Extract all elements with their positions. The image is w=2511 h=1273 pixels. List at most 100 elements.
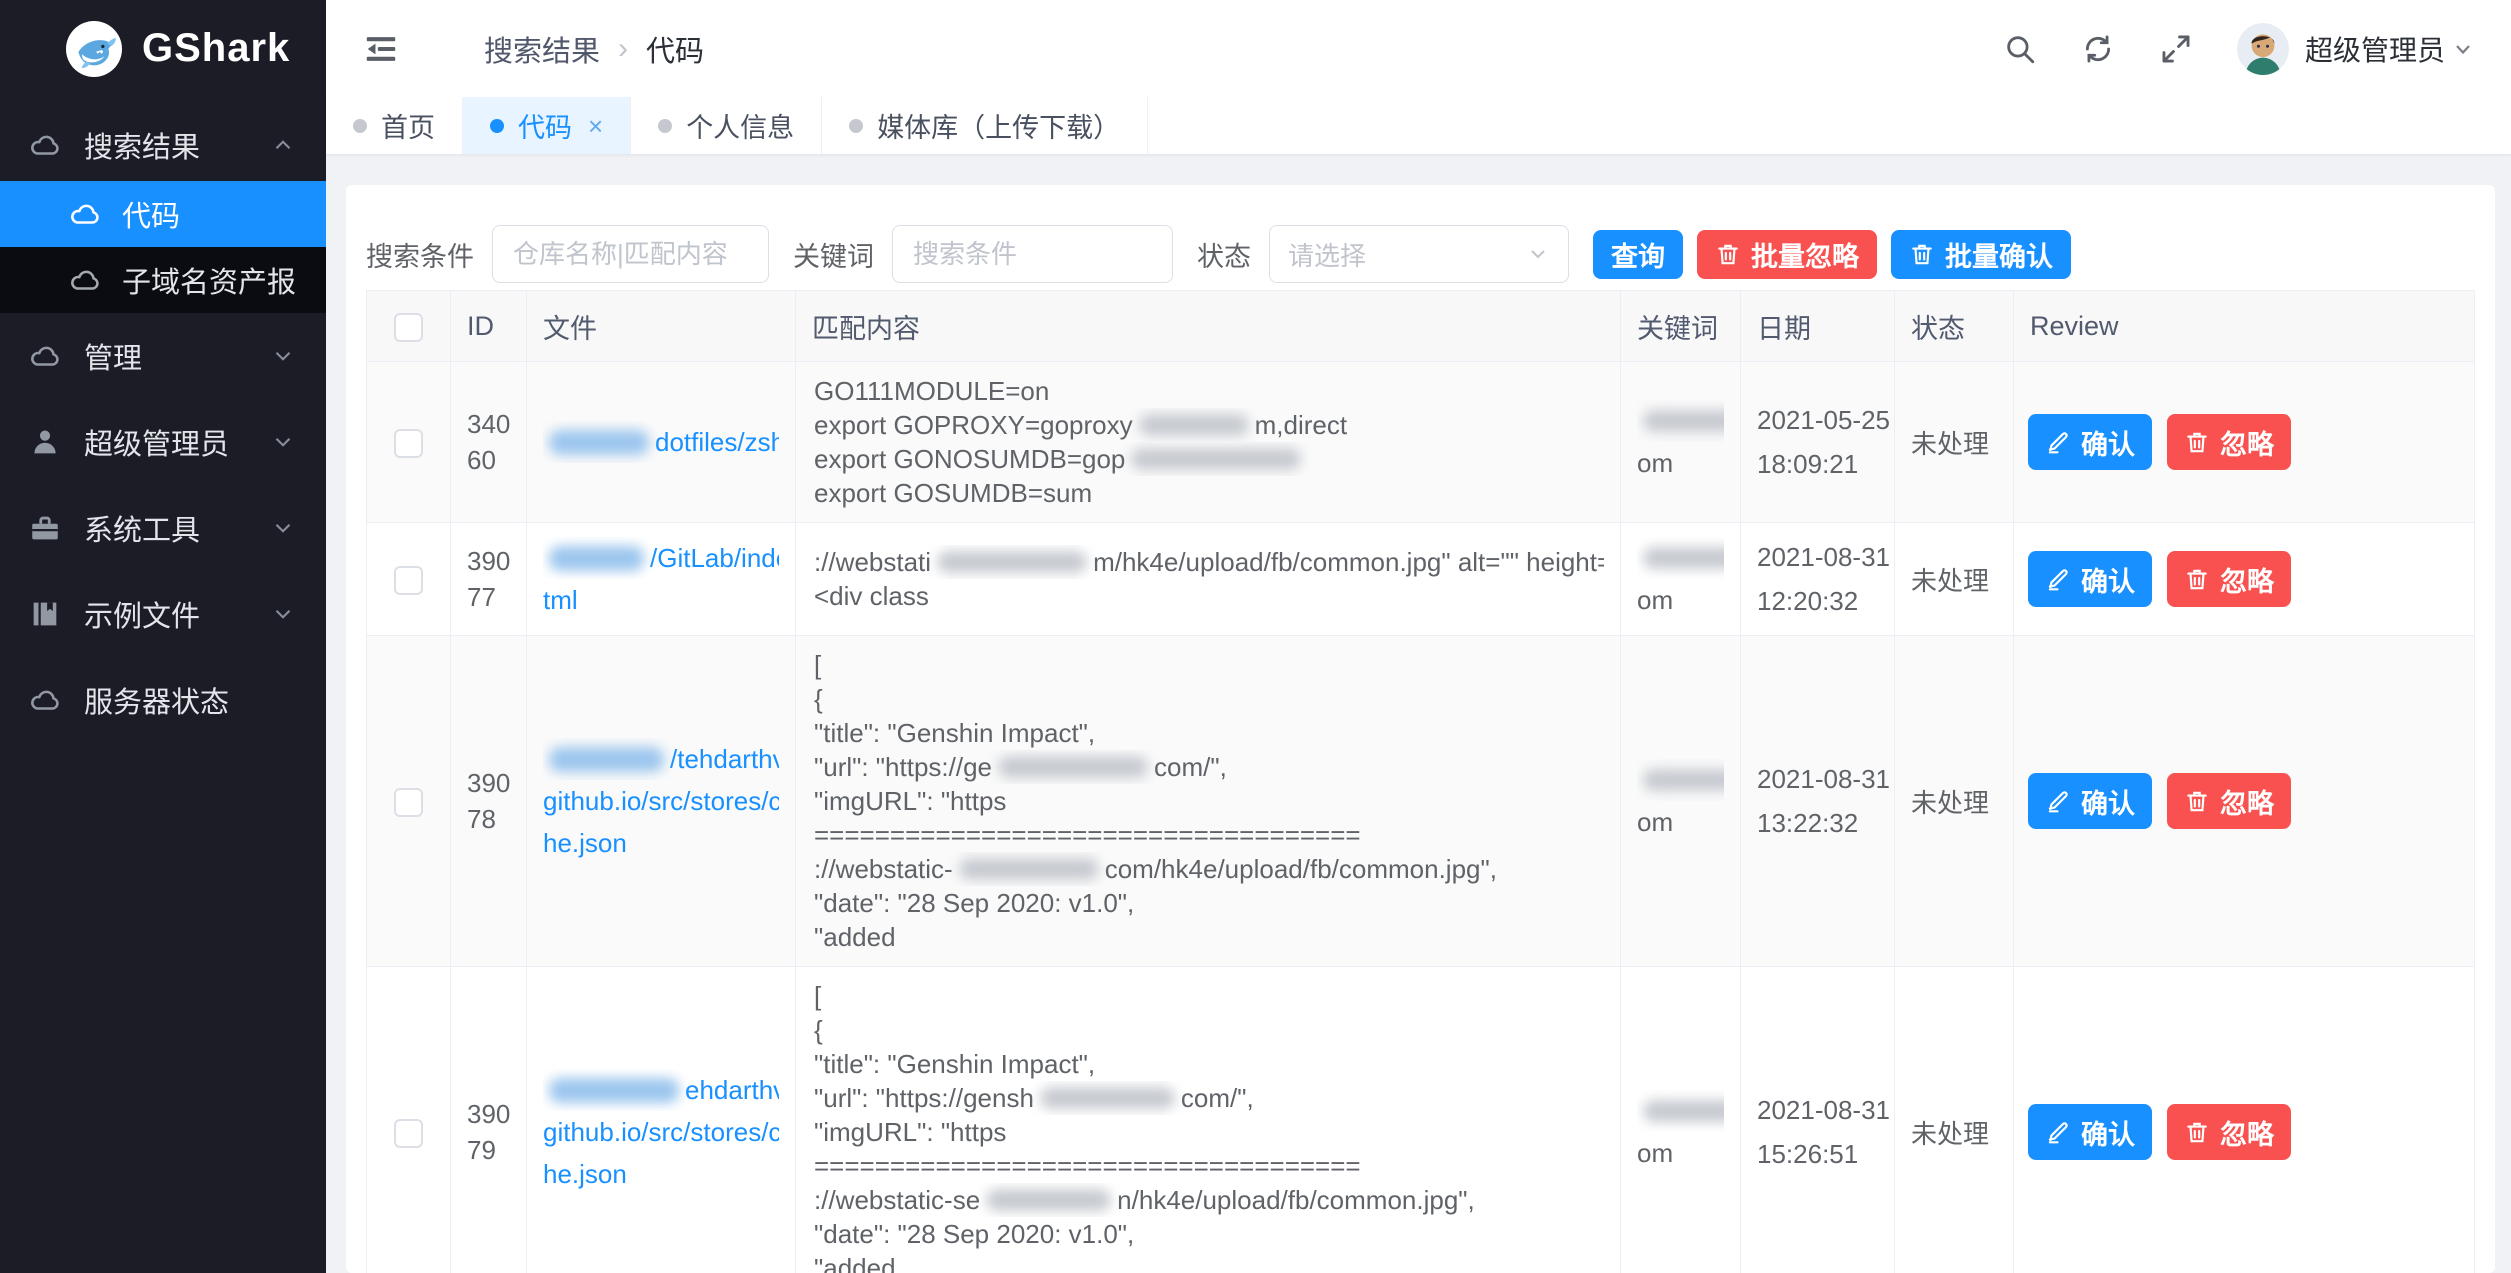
sidebar-fold-icon[interactable] bbox=[362, 30, 400, 68]
file-link[interactable]: /tehdarthvid.github.io/src/stores/cache.… bbox=[543, 738, 779, 864]
cell-status: 未处理 bbox=[1895, 362, 2014, 523]
batch-confirm-button[interactable]: 批量确认 bbox=[1891, 230, 2071, 279]
cell-date: 2021-08-3113:22:32 bbox=[1741, 636, 1895, 967]
line: "date": "28 Sep 2020: v1.0", bbox=[814, 1217, 1604, 1251]
ignore-button[interactable]: 忽略 bbox=[2167, 414, 2291, 470]
text-segment: <div class bbox=[814, 581, 929, 611]
file-link[interactable]: dotfiles/zshrc bbox=[543, 421, 779, 463]
line: ://webstatic-com/hk4e/upload/fb/common.j… bbox=[814, 852, 1604, 886]
tab-dot-icon bbox=[658, 119, 672, 133]
refresh-icon[interactable] bbox=[2081, 32, 2115, 66]
line: "date": "28 Sep 2020: v1.0", bbox=[814, 886, 1604, 920]
text-segment: com/", bbox=[1154, 752, 1227, 782]
text-segment: [ bbox=[814, 650, 821, 680]
line: export GOSUMDB=sum bbox=[814, 476, 1604, 510]
line bbox=[1637, 400, 1724, 442]
avatar[interactable] bbox=[2237, 23, 2289, 75]
file-link[interactable]: ehdarthvid.github.io/src/stores/cache.js… bbox=[543, 1069, 779, 1195]
text-segment: /GitLab/index.h bbox=[650, 543, 779, 573]
sidebar-item-label: 搜索结果 bbox=[84, 124, 270, 166]
sidebar-item-example-files[interactable]: 示例文件 bbox=[0, 571, 326, 657]
text-segment: { bbox=[814, 1015, 823, 1045]
redacted-blur bbox=[549, 747, 664, 772]
caret-down-icon[interactable] bbox=[2451, 37, 2475, 61]
breadcrumb: 搜索结果 › 代码 bbox=[484, 28, 704, 70]
file-link[interactable]: /GitLab/index.h tml bbox=[543, 537, 779, 621]
sidebar-submenu-search-results: 代码 子域名资产报告 bbox=[0, 181, 326, 313]
ignore-button[interactable]: 忽略 bbox=[2167, 551, 2291, 607]
text-segment: tml bbox=[543, 585, 578, 615]
user-menu-label[interactable]: 超级管理员 bbox=[2305, 29, 2445, 69]
trash-icon bbox=[2184, 429, 2210, 455]
text-segment: "imgURL": "https bbox=[814, 786, 1006, 816]
query-button[interactable]: 查询 bbox=[1593, 230, 1683, 279]
breadcrumb-separator: › bbox=[618, 32, 628, 66]
column-header-match-content: 匹配内容 bbox=[796, 291, 1621, 362]
ignore-button[interactable]: 忽略 bbox=[2167, 773, 2291, 829]
confirm-button[interactable]: 确认 bbox=[2028, 414, 2152, 470]
date-line: 13:22:32 bbox=[1757, 801, 1878, 845]
batch-ignore-button[interactable]: 批量忽略 bbox=[1697, 230, 1877, 279]
date-line: 12:20:32 bbox=[1757, 579, 1878, 623]
sidebar-item-super-admin[interactable]: 超级管理员 bbox=[0, 399, 326, 485]
tab-profile[interactable]: 个人信息 bbox=[631, 97, 822, 154]
tab-media-library[interactable]: 媒体库（上传下载） bbox=[822, 97, 1148, 154]
line: { bbox=[814, 682, 1604, 716]
confirm-button[interactable]: 确认 bbox=[2028, 551, 2152, 607]
ignore-button[interactable]: 忽略 bbox=[2167, 1104, 2291, 1160]
confirm-button[interactable]: 确认 bbox=[2028, 1104, 2152, 1160]
row-checkbox[interactable] bbox=[394, 429, 423, 458]
redacted-blur bbox=[1643, 769, 1724, 791]
chevron-down-icon bbox=[1526, 242, 1550, 266]
line: "imgURL": "https bbox=[814, 1115, 1604, 1149]
close-icon[interactable]: × bbox=[588, 113, 603, 139]
search-condition-input[interactable] bbox=[492, 225, 769, 283]
sidebar-item-server-status[interactable]: 服务器状态 bbox=[0, 657, 326, 743]
cell-file: ehdarthvid.github.io/src/stores/cache.js… bbox=[527, 967, 796, 1273]
line bbox=[1637, 537, 1724, 579]
text-segment: com/hk4e/upload/fb/common.jpg", bbox=[1105, 854, 1497, 884]
fullscreen-icon[interactable] bbox=[2159, 32, 2193, 66]
sidebar-menu: 搜索结果 代码 子域名资产报告 管理 超级管理员 系统工具 bbox=[0, 97, 326, 743]
breadcrumb-item[interactable]: 搜索结果 bbox=[484, 28, 600, 70]
cell-match-content: [{"title": "Genshin Impact","url": "http… bbox=[796, 967, 1621, 1273]
text-segment: ehdarthvid. bbox=[685, 1075, 779, 1105]
sidebar-item-manage[interactable]: 管理 bbox=[0, 313, 326, 399]
redacted-blur bbox=[549, 430, 649, 455]
date-line: 2021-08-31 bbox=[1757, 757, 1878, 801]
redacted-blur bbox=[959, 858, 1099, 880]
line: ==================================== bbox=[814, 818, 1604, 852]
line: /tehdarthvid. bbox=[543, 738, 779, 780]
row-checkbox[interactable] bbox=[394, 1119, 423, 1148]
column-header-id: ID bbox=[451, 291, 527, 362]
row-checkbox[interactable] bbox=[394, 788, 423, 817]
row-checkbox[interactable] bbox=[394, 566, 423, 595]
confirm-button[interactable]: 确认 bbox=[2028, 773, 2152, 829]
sidebar-item-label: 系统工具 bbox=[84, 507, 270, 549]
sidebar-item-search-results[interactable]: 搜索结果 bbox=[0, 109, 326, 181]
text-segment: /tehdarthvid. bbox=[670, 744, 779, 774]
chevron-up-icon bbox=[270, 132, 296, 158]
sidebar-item-code[interactable]: 代码 bbox=[0, 181, 326, 247]
sidebar-item-system-tools[interactable]: 系统工具 bbox=[0, 485, 326, 571]
search-icon[interactable] bbox=[2003, 32, 2037, 66]
keyword-input[interactable] bbox=[892, 225, 1173, 283]
table-header-row: ID 文件 匹配内容 关键词 日期 状态 Review bbox=[367, 291, 2475, 362]
text-segment: github.io/src/stores/cac bbox=[543, 786, 779, 816]
tab-home[interactable]: 首页 bbox=[326, 97, 463, 154]
text-segment: n/hk4e/upload/fb/common.jpg", bbox=[1117, 1185, 1475, 1215]
line: "title": "Genshin Impact", bbox=[814, 716, 1604, 750]
date-line: 18:09:21 bbox=[1757, 442, 1878, 486]
cell-status: 未处理 bbox=[1895, 636, 2014, 967]
sidebar-item-subdomain-report[interactable]: 子域名资产报告 bbox=[0, 247, 326, 313]
cell-id: 39079 bbox=[451, 967, 527, 1273]
column-header-keyword: 关键词 bbox=[1621, 291, 1741, 362]
select-all-checkbox[interactable] bbox=[394, 313, 423, 342]
line bbox=[1637, 1090, 1724, 1132]
search-condition-label: 搜索条件 bbox=[366, 235, 474, 274]
app-logo: GShark bbox=[0, 0, 326, 97]
tab-code[interactable]: 代码 × bbox=[463, 97, 631, 154]
line: <div class bbox=[814, 579, 1604, 613]
main-area: 搜索结果 › 代码 超级管理员 首页 代码 × 个人信息 媒体库（上传下载 bbox=[326, 0, 2511, 1273]
status-select[interactable]: 请选择 bbox=[1269, 225, 1569, 283]
